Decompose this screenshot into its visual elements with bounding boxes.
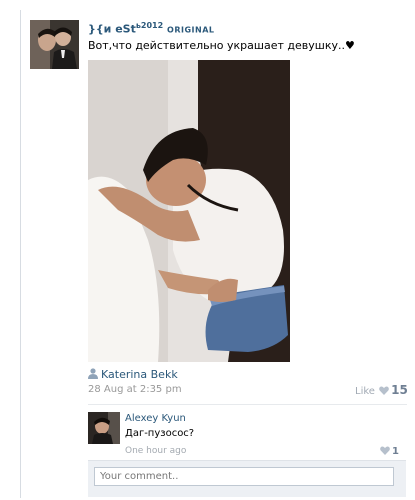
post-photo[interactable] bbox=[88, 60, 290, 362]
author-tag: ORIGINAL bbox=[167, 25, 215, 35]
comment-author-avatar[interactable] bbox=[88, 412, 120, 444]
heart-icon bbox=[379, 386, 389, 395]
comment-input[interactable] bbox=[94, 467, 394, 486]
post-date[interactable]: 28 Aug at 2:35 pm bbox=[88, 384, 182, 395]
post-author[interactable]: }{и eStь2012 ORIGINAL bbox=[88, 21, 214, 36]
person-icon bbox=[88, 368, 98, 379]
author-avatar[interactable] bbox=[30, 20, 79, 69]
author-year: 2012 bbox=[140, 21, 164, 30]
comment-like-count: 1 bbox=[392, 446, 399, 457]
comment-author[interactable]: Alexey Kyun bbox=[125, 413, 186, 424]
comment-time[interactable]: One hour ago bbox=[125, 446, 186, 456]
comment-form bbox=[88, 460, 406, 497]
comment-like-button[interactable]: 1 bbox=[380, 446, 399, 457]
photo-credit-name: Katerina Bekk bbox=[101, 368, 178, 381]
heart-icon bbox=[380, 446, 390, 455]
photo-credit[interactable]: Katerina Bekk bbox=[88, 368, 178, 381]
post-like-button[interactable]: Like 15 bbox=[355, 383, 408, 397]
like-count: 15 bbox=[391, 383, 408, 397]
comments-divider bbox=[88, 404, 407, 405]
author-name: }{и eSt bbox=[88, 22, 136, 36]
post-text: Вот,что действительно украшает девушку..… bbox=[88, 39, 355, 52]
like-label: Like bbox=[355, 386, 375, 397]
comment-text: Даг-пузосос? bbox=[125, 428, 195, 439]
